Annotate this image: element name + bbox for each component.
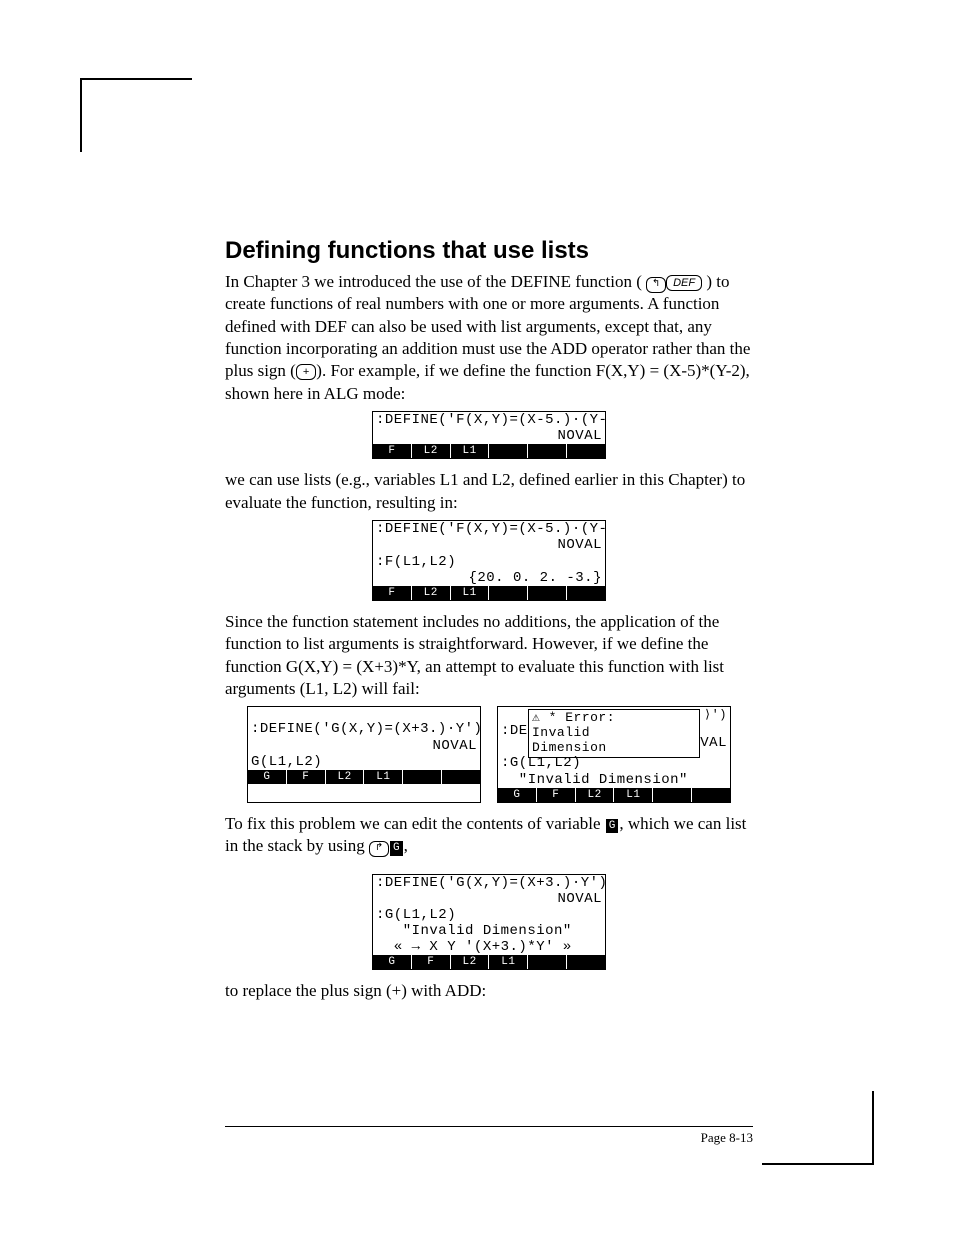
menu-l1: L1 — [451, 586, 489, 600]
menu-blank — [567, 586, 605, 600]
menu-blank — [528, 444, 566, 458]
s4-menubar: G F L2 L1 — [373, 955, 605, 969]
err-l2: Invalid — [532, 726, 696, 741]
s2-l2: NOVAL — [557, 537, 602, 553]
s4-l3: :G(L1,L2) — [376, 907, 456, 923]
s3a-menubar: G F L2 L1 — [248, 770, 480, 784]
menu-l1: L1 — [364, 770, 402, 784]
s2-l3: :F(L1,L2) — [376, 554, 456, 570]
left-shift-key-icon: ↰ — [646, 277, 666, 293]
page-footer: Page 8-13 — [225, 1126, 753, 1146]
menu-l1: L1 — [451, 444, 489, 458]
menu-l2: L2 — [412, 444, 450, 458]
para-2: we can use lists (e.g., variables L1 and… — [225, 469, 753, 514]
menu-blank — [403, 770, 441, 784]
page-body: Defining functions that use lists In Cha… — [225, 235, 753, 1008]
s4-l5: « → X Y '(X+3.)*Y' » — [376, 939, 572, 955]
s3b-menubar: G F L2 L1 — [498, 788, 730, 802]
menu-l2: L2 — [326, 770, 364, 784]
para-4: To fix this problem we can edit the cont… — [225, 813, 753, 858]
def-key: DEF — [666, 275, 702, 291]
s1-l2: NOVAL — [557, 428, 602, 444]
s1-menubar: F L2 L1 — [373, 444, 605, 458]
corner-decor-tl — [80, 78, 192, 152]
menu-blank — [692, 788, 730, 802]
menu-g: G — [373, 955, 411, 969]
calc-screen-3b: :DE ⟩') VAL ⚠ * Error: Invalid Dimension… — [497, 706, 731, 802]
menu-blank — [489, 444, 527, 458]
menu-f: F — [287, 770, 325, 784]
menu-l2: L2 — [451, 955, 489, 969]
s2-l1: :DEFINE('F(X,Y)=(X-5.)·(Y- — [376, 521, 607, 537]
menu-f: F — [373, 444, 411, 458]
s3b-pre: :DE — [501, 723, 528, 739]
menu-f: F — [373, 586, 411, 600]
calc-screen-2: :DEFINE('F(X,Y)=(X-5.)·(Y- NOVAL :F(L1,L… — [372, 520, 606, 600]
soft-key-g: G — [390, 841, 403, 856]
soft-key-g: G — [606, 819, 619, 834]
s1-l1: :DEFINE('F(X,Y)=(X-5.)·(Y- — [376, 412, 607, 428]
s3a-l3: G(L1,L2) — [251, 754, 322, 770]
menu-blank — [489, 586, 527, 600]
menu-blank — [528, 955, 566, 969]
para-4a: To fix this problem we can edit the cont… — [225, 814, 605, 833]
section-heading: Defining functions that use lists — [225, 235, 753, 267]
err-l1: ⚠ * Error: — [532, 711, 696, 726]
s3b-post: VAL — [700, 735, 727, 751]
para-5: to replace the plus sign (+) with ADD: — [225, 980, 753, 1002]
menu-blank — [653, 788, 691, 802]
menu-blank — [567, 444, 605, 458]
s3a-l2: NOVAL — [432, 738, 477, 754]
s3b-post2: ⟩') — [704, 709, 727, 723]
calc-screen-3a: :DEFINE('G(X,Y)=(X+3.)·Y') NOVAL G(L1,L2… — [247, 706, 481, 802]
menu-g: G — [498, 788, 536, 802]
menu-f: F — [412, 955, 450, 969]
s2-menubar: F L2 L1 — [373, 586, 605, 600]
calc-screen-4: :DEFINE('G(X,Y)=(X+3.)·Y') NOVAL :G(L1,L… — [372, 874, 606, 970]
calc-screen-1: :DEFINE('F(X,Y)=(X-5.)·(Y- NOVAL F L2 L1 — [372, 411, 606, 459]
para-4c: , — [404, 836, 408, 855]
page-number: Page 8-13 — [701, 1130, 753, 1145]
para-1a: In Chapter 3 we introduced the use of th… — [225, 272, 646, 291]
menu-l1: L1 — [614, 788, 652, 802]
menu-blank — [528, 586, 566, 600]
right-shift-key-icon: ↱ — [369, 841, 389, 857]
menu-l2: L2 — [412, 586, 450, 600]
err-l3: Dimension — [532, 741, 696, 756]
s4-l4: "Invalid Dimension" — [376, 923, 572, 939]
s2-l4: {20. 0. 2. -3.} — [468, 570, 602, 586]
error-popup: ⚠ * Error: Invalid Dimension — [528, 709, 700, 758]
menu-g: G — [248, 770, 286, 784]
s4-l1: :DEFINE('G(X,Y)=(X+3.)·Y') — [376, 875, 607, 891]
para-1: In Chapter 3 we introduced the use of th… — [225, 271, 753, 406]
menu-l1: L1 — [489, 955, 527, 969]
menu-l2: L2 — [576, 788, 614, 802]
s3b-l4: "Invalid Dimension" — [501, 772, 688, 788]
s4-l2: NOVAL — [557, 891, 602, 907]
s3a-l1: :DEFINE('G(X,Y)=(X+3.)·Y') — [251, 721, 482, 737]
menu-f: F — [537, 788, 575, 802]
para-3: Since the function statement includes no… — [225, 611, 753, 701]
menu-blank — [567, 955, 605, 969]
menu-blank — [442, 770, 480, 784]
plus-key: + — [296, 364, 316, 380]
corner-decor-br — [762, 1091, 874, 1165]
